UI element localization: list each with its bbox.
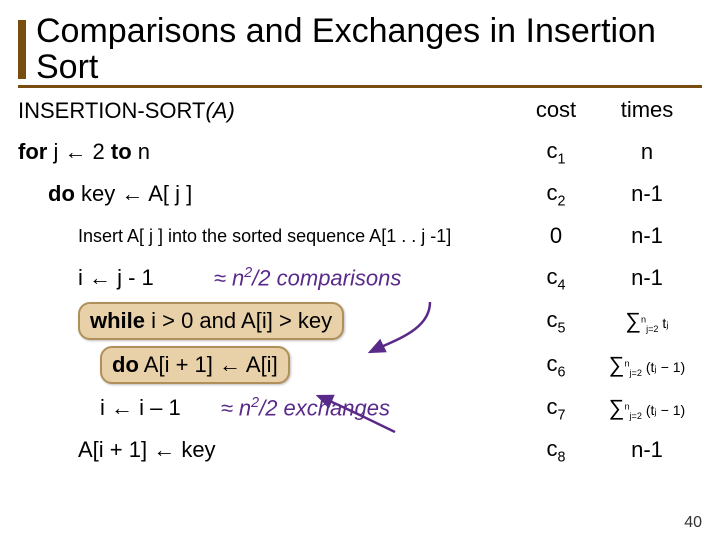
cost-cell: c8 (520, 436, 592, 465)
exchanges-note: ≈ n2/2 exchanges (221, 395, 390, 421)
title-block: Comparisons and Exchanges in Insertion S… (18, 14, 702, 88)
code-line: do A[i + 1] ← A[i] (18, 346, 520, 384)
times-cell: n (592, 139, 702, 165)
code-line: A[i + 1] ← key (18, 437, 520, 463)
kw-while: while (90, 308, 145, 333)
code-row-5: while i > 0 and A[i] > key c5 ∑nj=2 tⱼ (18, 302, 702, 340)
code-row-4: i ← j - 1 ≈ n2/2 comparisons c4 n-1 (18, 260, 702, 296)
code-row-6: do A[i + 1] ← A[i] c6 ∑nj=2 (tⱼ − 1) (18, 346, 702, 384)
algo-heading: INSERTION-SORT(A) (18, 98, 520, 124)
cost-cell: c5 (520, 307, 592, 336)
cost-cell: 0 (520, 223, 592, 249)
times-cell: n-1 (592, 265, 702, 291)
code-row-7: i ← i – 1 ≈ n2/2 exchanges c7 ∑nj=2 (tⱼ … (18, 390, 702, 426)
kw-do: do (48, 181, 75, 206)
cost-cell: c6 (520, 351, 592, 380)
times-cell: ∑nj=2 tⱼ (592, 308, 702, 334)
code-text: i > 0 and A[i] > key (145, 308, 332, 333)
code-line: for j ← 2 to n (18, 139, 520, 165)
comment-line: Insert A[ j ] into the sorted sequence A… (18, 226, 520, 247)
code-text: n (132, 139, 150, 164)
code-row-2: do key ← A[ j ] c2 n-1 (18, 176, 702, 212)
code-line: i ← i – 1 ≈ n2/2 exchanges (18, 395, 520, 421)
algo-arg: (A) (205, 98, 234, 123)
highlight-while: while i > 0 and A[i] > key (78, 302, 344, 340)
times-cell: ∑nj=2 (tⱼ − 1) (592, 352, 702, 378)
times-cell: n-1 (592, 223, 702, 249)
algo-name: INSERTION-SORT (18, 98, 205, 123)
code-row-8: A[i + 1] ← key c8 n-1 (18, 432, 702, 468)
times-cell: ∑nj=2 (tⱼ − 1) (592, 395, 702, 421)
kw-do: do (112, 352, 139, 377)
code-row-3: Insert A[ j ] into the sorted sequence A… (18, 218, 702, 254)
times-cell: n-1 (592, 437, 702, 463)
cost-cell: c4 (520, 264, 592, 293)
cost-cell: c1 (520, 138, 592, 167)
kw-for: for (18, 139, 47, 164)
kw-to: to (111, 139, 132, 164)
code-line: do key ← A[ j ] (18, 181, 520, 207)
cost-cell: c7 (520, 394, 592, 423)
code-text: A[i + 1] ← A[i] (139, 352, 278, 377)
sum-expr: ∑nj=2 (tⱼ − 1) (609, 395, 685, 421)
comparisons-note: ≈ n2/2 comparisons (214, 265, 402, 291)
highlight-do: do A[i + 1] ← A[i] (100, 346, 290, 384)
code-text: i ← j - 1 (78, 265, 154, 291)
sum-expr: ∑nj=2 tⱼ (625, 308, 668, 334)
code-line: i ← j - 1 ≈ n2/2 comparisons (18, 265, 520, 291)
code-line: while i > 0 and A[i] > key (18, 302, 520, 340)
code-text: i ← i – 1 (100, 395, 181, 421)
sum-expr: ∑nj=2 (tⱼ − 1) (609, 352, 685, 378)
page-number: 40 (684, 514, 702, 532)
code-text: key ← A[ j ] (75, 181, 192, 206)
code-text: j ← 2 (47, 139, 111, 164)
slide-title: Comparisons and Exchanges in Insertion S… (18, 14, 702, 85)
col-head-times: times (592, 97, 702, 123)
col-head-cost: cost (520, 97, 592, 123)
code-row-1: for j ← 2 to n c1 n (18, 134, 702, 170)
cost-cell: c2 (520, 180, 592, 209)
times-cell: n-1 (592, 181, 702, 207)
